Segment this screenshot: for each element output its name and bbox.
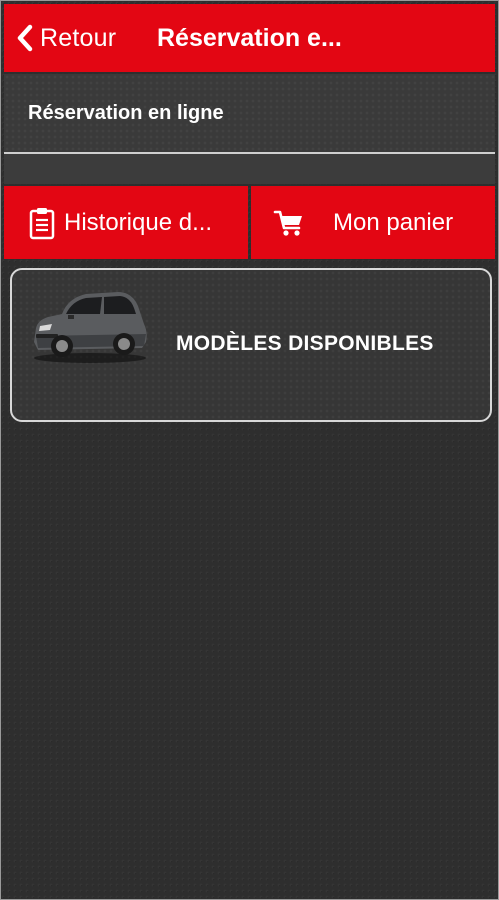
tab-cart[interactable]: Mon panier — [251, 186, 495, 259]
divider-band — [4, 154, 495, 184]
tab-history[interactable]: Historique d... — [4, 186, 248, 259]
tab-history-label: Historique d... — [64, 208, 213, 236]
clipboard-icon — [28, 206, 56, 240]
chevron-left-icon — [16, 24, 34, 52]
car-image — [34, 292, 147, 363]
header-bar: Retour Réservation e... — [4, 4, 495, 72]
available-models-label: MODÈLES DISPONIBLES — [176, 332, 434, 355]
section-header: Réservation en ligne — [4, 74, 495, 154]
section-title: Réservation en ligne — [28, 102, 224, 124]
back-button-label: Retour — [40, 23, 117, 52]
page-title: Réservation e... — [157, 24, 342, 52]
tab-cart-label: Mon panier — [333, 208, 454, 236]
shopping-cart-icon — [273, 208, 305, 238]
available-models-card[interactable]: MODÈLES DISPONIBLES — [10, 268, 492, 422]
app-screen: Retour Réservation e... Réservation en l… — [0, 0, 499, 900]
back-button[interactable]: Retour — [16, 18, 116, 58]
